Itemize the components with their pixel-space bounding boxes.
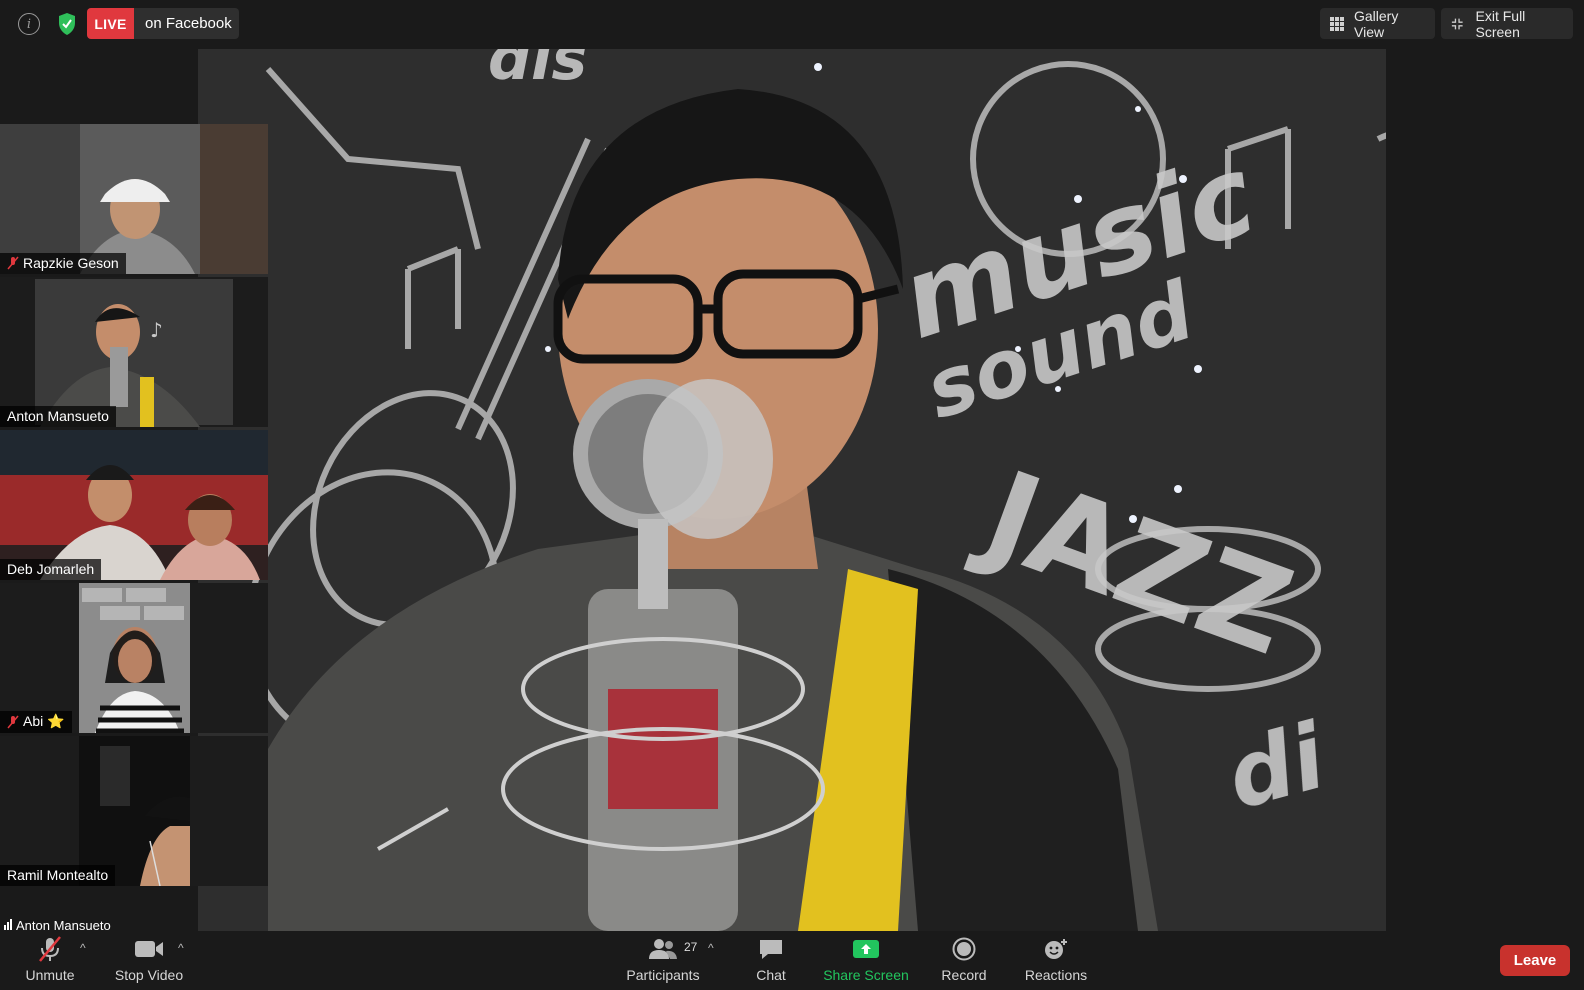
participant-name-tag: Abi ⭐ xyxy=(0,711,72,733)
audio-level-icon xyxy=(4,918,12,930)
participant-tile[interactable]: Abi ⭐ xyxy=(0,583,268,733)
reactions-button[interactable]: Reactions xyxy=(1024,931,1088,990)
live-badge: LIVE xyxy=(87,8,134,39)
top-bar: i LIVE on Facebook Gallery View Exit Ful… xyxy=(0,0,1584,49)
participants-icon: 27 xyxy=(648,936,697,962)
exit-fullscreen-icon xyxy=(1451,18,1463,29)
exit-fullscreen-button[interactable]: Exit Full Screen xyxy=(1441,7,1573,40)
chat-label: Chat xyxy=(756,967,786,983)
participant-name: Abi ⭐ xyxy=(23,713,65,729)
participant-name: Deb Jomarleh xyxy=(7,561,95,577)
gallery-view-button[interactable]: Gallery View xyxy=(1320,7,1435,40)
record-label: Record xyxy=(941,967,987,983)
exit-fullscreen-label: Exit Full Screen xyxy=(1475,7,1526,40)
participant-tile[interactable]: Deb Jomarleh xyxy=(0,430,268,580)
svg-text:♪: ♪ xyxy=(150,318,163,342)
speaker-illustration xyxy=(268,89,1158,931)
record-icon xyxy=(952,936,976,962)
main-speaker-video[interactable]: music sound JAZZ dis di xyxy=(198,49,1386,931)
share-screen-label: Share Screen xyxy=(823,967,909,983)
participant-video xyxy=(0,430,268,580)
participant-name-tag: Deb Jomarleh xyxy=(0,559,102,580)
participant-video: ♪ xyxy=(0,277,268,427)
participants-count: 27 xyxy=(684,940,698,954)
participants-label: Participants xyxy=(626,967,700,983)
participant-tile[interactable]: Ramil Montealto xyxy=(0,736,268,886)
muted-mic-icon xyxy=(7,715,19,728)
unmute-label: Unmute xyxy=(25,967,75,983)
grid-icon xyxy=(1330,16,1344,31)
participant-name: Ramil Montealto xyxy=(7,867,109,883)
unmute-button[interactable]: Unmute xyxy=(22,931,78,990)
audio-options-caret-icon[interactable]: ^ xyxy=(80,941,86,955)
share-screen-icon xyxy=(852,936,880,962)
leave-button[interactable]: Leave xyxy=(1500,945,1570,976)
chat-button[interactable]: Chat xyxy=(749,931,793,990)
muted-mic-icon xyxy=(36,936,64,962)
participant-name-tag: Rapzkie Geson xyxy=(0,253,126,274)
participant-video xyxy=(0,124,268,274)
participant-name-tag: Anton Mansueto xyxy=(0,406,116,427)
chat-bubble-icon xyxy=(758,936,784,962)
participant-name: Anton Mansueto xyxy=(7,408,109,424)
share-screen-button[interactable]: Share Screen xyxy=(822,931,910,990)
video-camera-icon xyxy=(134,936,164,962)
participant-video xyxy=(0,736,268,886)
live-stream-indicator[interactable]: LIVE on Facebook xyxy=(87,8,239,39)
active-speaker-name: Anton Mansueto xyxy=(16,918,111,932)
participants-options-caret-icon[interactable]: ^ xyxy=(708,941,714,955)
participants-button[interactable]: 27 Participants xyxy=(624,931,702,990)
participant-tile[interactable]: Rapzkie Geson xyxy=(0,124,268,274)
live-destination: on Facebook xyxy=(145,15,232,32)
shield-check-icon[interactable] xyxy=(57,12,77,36)
active-speaker-label: Anton Mansueto xyxy=(0,918,111,932)
video-options-caret-icon[interactable]: ^ xyxy=(178,941,184,955)
smiley-icon xyxy=(1043,936,1069,962)
participant-tile-active[interactable]: ♪ Anton Mansueto xyxy=(0,277,268,427)
record-button[interactable]: Record xyxy=(940,931,988,990)
info-icon[interactable]: i xyxy=(18,13,40,35)
meeting-controls-bar: Unmute ^ Stop Video ^ 27 Participants ^ xyxy=(0,931,1584,990)
participant-name-tag: Ramil Montealto xyxy=(0,865,116,886)
stop-video-label: Stop Video xyxy=(114,967,184,983)
stop-video-button[interactable]: Stop Video xyxy=(112,931,186,990)
participant-name: Rapzkie Geson xyxy=(23,255,119,271)
muted-mic-icon xyxy=(7,256,19,270)
reactions-label: Reactions xyxy=(1024,967,1088,983)
gallery-view-label: Gallery View xyxy=(1354,7,1399,40)
participants-filmstrip: Rapzkie Geson ♪ Anton Mansueto Deb Jomar… xyxy=(0,124,268,889)
